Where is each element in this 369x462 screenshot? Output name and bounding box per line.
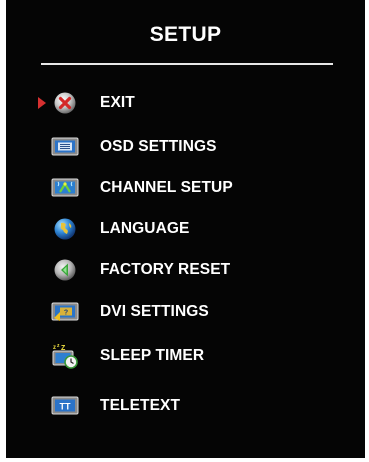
- menu-item-label: DVI SETTINGS: [100, 303, 209, 320]
- osd-settings-icon: [50, 134, 80, 160]
- menu-item-exit[interactable]: EXIT: [38, 90, 338, 116]
- selection-pointer-icon: [38, 90, 50, 116]
- menu-item-factory-reset[interactable]: FACTORY RESET: [38, 257, 338, 283]
- setup-menu-list: EXIT OSD SETTINGS CHANNEL SETUP LANGUAGE…: [6, 0, 365, 458]
- menu-item-language[interactable]: LANGUAGE: [38, 216, 338, 242]
- menu-item-sleep-timer[interactable]: z z Z SLEEP TIMER: [38, 343, 338, 369]
- menu-item-teletext[interactable]: TT TELETEXT: [38, 393, 338, 419]
- dvi-settings-icon: ?: [50, 299, 80, 325]
- teletext-icon: TT: [50, 393, 80, 419]
- menu-item-dvi-settings[interactable]: ? DVI SETTINGS: [38, 299, 338, 325]
- svg-text:z: z: [53, 345, 56, 351]
- menu-item-label: SLEEP TIMER: [100, 347, 205, 364]
- sleep-timer-icon: z z Z: [50, 343, 80, 369]
- factory-reset-icon: [50, 257, 80, 283]
- setup-osd-menu: SETUP EXIT OSD SETTINGS CHANNEL SETUP LA…: [6, 0, 365, 458]
- menu-item-label: OSD SETTINGS: [100, 138, 217, 155]
- menu-item-label: FACTORY RESET: [100, 261, 231, 278]
- svg-text:TT: TT: [60, 402, 71, 412]
- menu-item-label: EXIT: [100, 94, 135, 111]
- svg-text:z: z: [57, 343, 60, 349]
- menu-item-label: LANGUAGE: [100, 220, 190, 237]
- menu-item-label: CHANNEL SETUP: [100, 179, 233, 196]
- menu-item-osd-settings[interactable]: OSD SETTINGS: [38, 134, 338, 160]
- svg-text:?: ?: [64, 310, 68, 317]
- channel-setup-icon: [50, 175, 80, 201]
- menu-item-label: TELETEXT: [100, 397, 181, 414]
- menu-item-channel-setup[interactable]: CHANNEL SETUP: [38, 175, 338, 201]
- language-globe-icon: [50, 216, 80, 242]
- exit-icon: [50, 90, 80, 116]
